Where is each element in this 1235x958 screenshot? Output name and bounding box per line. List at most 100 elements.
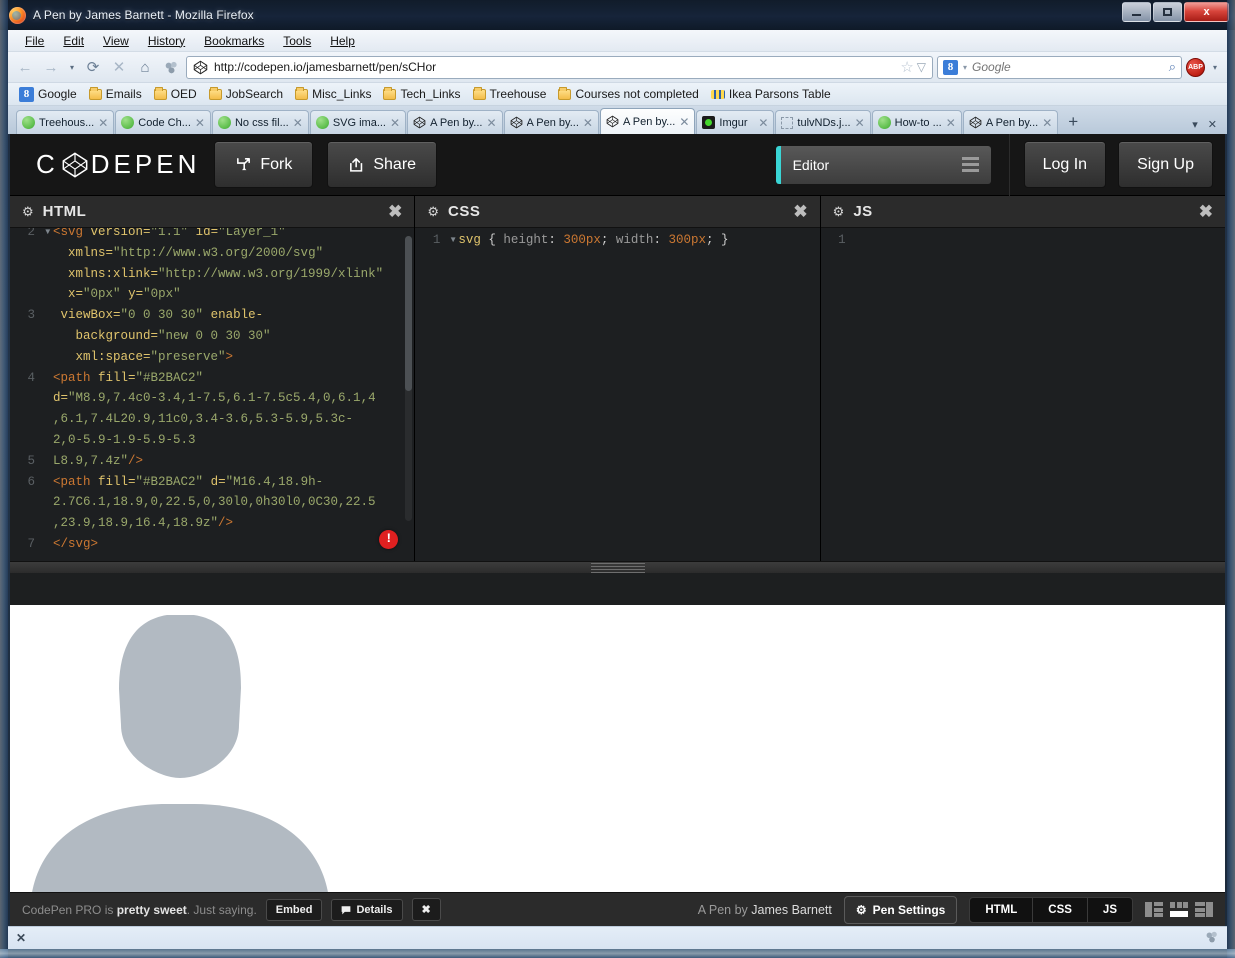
share-button[interactable]: Share [327,141,438,188]
search-bar[interactable]: 8 ▾ ⌕ [937,55,1182,79]
layout-left-icon[interactable] [1145,902,1163,917]
status-extension-icon[interactable] [1205,930,1219,947]
tab-a-pen-by-1[interactable]: A Pen by... ✕ [407,110,503,134]
tab-svg-image[interactable]: SVG ima... ✕ [309,110,407,134]
editor-view-select[interactable]: Editor [775,145,991,184]
codepen-bottom-bar: CodePen PRO is pretty sweet. Just saying… [10,892,1225,926]
fold-toggle-icon[interactable]: ▾ [449,230,458,251]
search-engine-dropdown-icon[interactable]: ▾ [963,63,967,72]
toggle-js-button[interactable]: JS [1088,898,1132,922]
bookmark-courses-not-completed[interactable]: Courses not completed [553,85,703,103]
maximize-button[interactable] [1153,2,1182,22]
js-pane-close-icon[interactable]: ✖ [1199,202,1213,222]
tab-code-challenge[interactable]: Code Ch... ✕ [115,110,211,134]
tab-close-icon[interactable]: ✕ [293,117,303,129]
tab-no-css-file[interactable]: No css fil... ✕ [211,110,309,134]
pro-promo-text: CodePen PRO is pretty sweet. Just saying… [22,903,257,917]
tab-imgur[interactable]: Imgur ✕ [696,110,775,134]
gear-icon[interactable]: ⚙ [427,204,439,220]
code-line: 4 <path fill="#B2BAC2" [10,368,414,389]
tab-a-pen-by-3[interactable]: A Pen by... ✕ [962,110,1059,134]
tab-treehouse[interactable]: Treehous... ✕ [16,110,115,134]
menu-item-view[interactable]: View [94,31,138,51]
search-input[interactable] [972,60,1164,74]
new-tab-button[interactable]: + [1059,110,1087,134]
bookmark-dropdown-icon[interactable]: ▽ [917,60,926,74]
adblock-plus-icon[interactable]: ABP [1186,57,1205,77]
tab-close-icon[interactable]: ✕ [855,117,865,129]
list-all-tabs-icon[interactable]: ▾ [1192,118,1198,131]
embed-button[interactable]: Embed [265,898,323,921]
toggle-html-button[interactable]: HTML [970,897,1034,922]
tab-close-icon[interactable]: ✕ [98,117,108,129]
extension-icon[interactable] [160,56,182,78]
close-all-tabs-icon[interactable]: ✕ [1208,118,1217,131]
history-dropdown-icon[interactable]: ▾ [66,56,78,78]
code-text: xml:space="preserve"> [75,349,234,364]
home-icon[interactable]: ⌂ [134,56,156,78]
url-bar[interactable]: http://codepen.io/jamesbarnett/pen/sCHor… [186,55,933,79]
adblock-dropdown-icon[interactable]: ▾ [1209,56,1221,78]
menu-item-edit[interactable]: Edit [54,31,93,51]
bookmark-ikea-parsons-table[interactable]: Ikea Parsons Table [706,85,836,103]
close-button[interactable]: x [1184,2,1229,22]
back-icon[interactable]: ← [14,56,36,78]
search-magnifier-icon[interactable]: ⌕ [1169,59,1176,75]
menu-item-help[interactable]: Help [321,31,364,51]
bookmark-jobsearch[interactable]: JobSearch [204,85,288,103]
pen-settings-button[interactable]: ⚙ Pen Settings [843,895,958,924]
preview-iframe[interactable] [10,605,1225,892]
tab-how-to[interactable]: How-to ... ✕ [871,110,962,134]
tab-close-icon[interactable]: ✕ [390,117,400,129]
details-button[interactable]: Details [331,898,403,921]
collapse-button[interactable]: ✖ [411,898,441,921]
minimize-button[interactable] [1122,2,1151,22]
tab-close-icon[interactable]: ✕ [946,117,956,129]
bookmark-star-icon[interactable]: ☆ [900,58,913,76]
menu-item-file[interactable]: File [16,31,53,51]
bookmark-misc-links[interactable]: Misc_Links [290,85,376,103]
css-pane-close-icon[interactable]: ✖ [793,202,807,222]
tab-tulvnds-jpg[interactable]: tulvNDs.j... ✕ [775,110,871,134]
gear-icon[interactable]: ⚙ [22,204,34,220]
menu-item-tools[interactable]: Tools [274,31,320,51]
menu-item-history[interactable]: History [139,31,194,51]
bookmark-oed[interactable]: OED [149,85,202,103]
code-text: svg { height: 300px; width: 300px; } [458,233,729,247]
tab-close-icon[interactable]: ✕ [486,117,496,129]
find-bar-close-icon[interactable]: ✕ [16,931,26,945]
bookmark-emails[interactable]: Emails [84,85,147,103]
css-code-editor[interactable]: 1 ▾ svg { height: 300px; width: 300px; } [415,228,820,561]
tab-close-icon[interactable]: ✕ [1042,117,1052,129]
codepen-logo[interactable]: C DEPEN [36,149,200,180]
tab-a-pen-by-2[interactable]: A Pen by... ✕ [503,110,599,134]
pane-resize-handle[interactable] [10,561,1225,573]
reload-icon[interactable]: ⟳ [82,56,104,78]
tab-a-pen-by-active[interactable]: A Pen by... ✕ [599,108,696,134]
html-code-editor[interactable]: 2 ▾ <svg version="1.1" id="Layer_1" xmlns=… [10,228,415,561]
layout-top-icon[interactable] [1170,902,1188,917]
treehouse-icon [22,116,35,129]
tab-close-icon[interactable]: ✕ [679,116,689,128]
html-pane-close-icon[interactable]: ✖ [388,202,402,222]
bookmark-treehouse[interactable]: Treehouse [468,85,552,103]
forward-icon[interactable]: → [40,56,62,78]
layout-right-icon[interactable] [1195,902,1213,917]
stop-icon[interactable]: ✕ [108,56,130,78]
login-button[interactable]: Log In [1023,141,1107,188]
menu-item-bookmarks[interactable]: Bookmarks [195,31,273,51]
js-code-editor[interactable]: 1 [820,228,1225,561]
tab-close-icon[interactable]: ✕ [583,117,593,129]
fold-toggle-icon[interactable]: ▾ [44,228,53,243]
signup-button[interactable]: Sign Up [1118,141,1213,188]
fork-button[interactable]: Fork [214,141,314,188]
gear-icon[interactable]: ⚙ [833,204,845,220]
line-number [10,430,44,451]
search-engine-icon[interactable]: 8 [943,59,958,75]
html-pane-scrollbar[interactable] [405,236,413,521]
bookmark-google[interactable]: 8 Google [14,85,82,104]
tab-close-icon[interactable]: ✕ [195,117,205,129]
bookmark-tech-links[interactable]: Tech_Links [378,85,465,103]
tab-close-icon[interactable]: ✕ [758,117,768,129]
toggle-css-button[interactable]: CSS [1033,897,1088,922]
